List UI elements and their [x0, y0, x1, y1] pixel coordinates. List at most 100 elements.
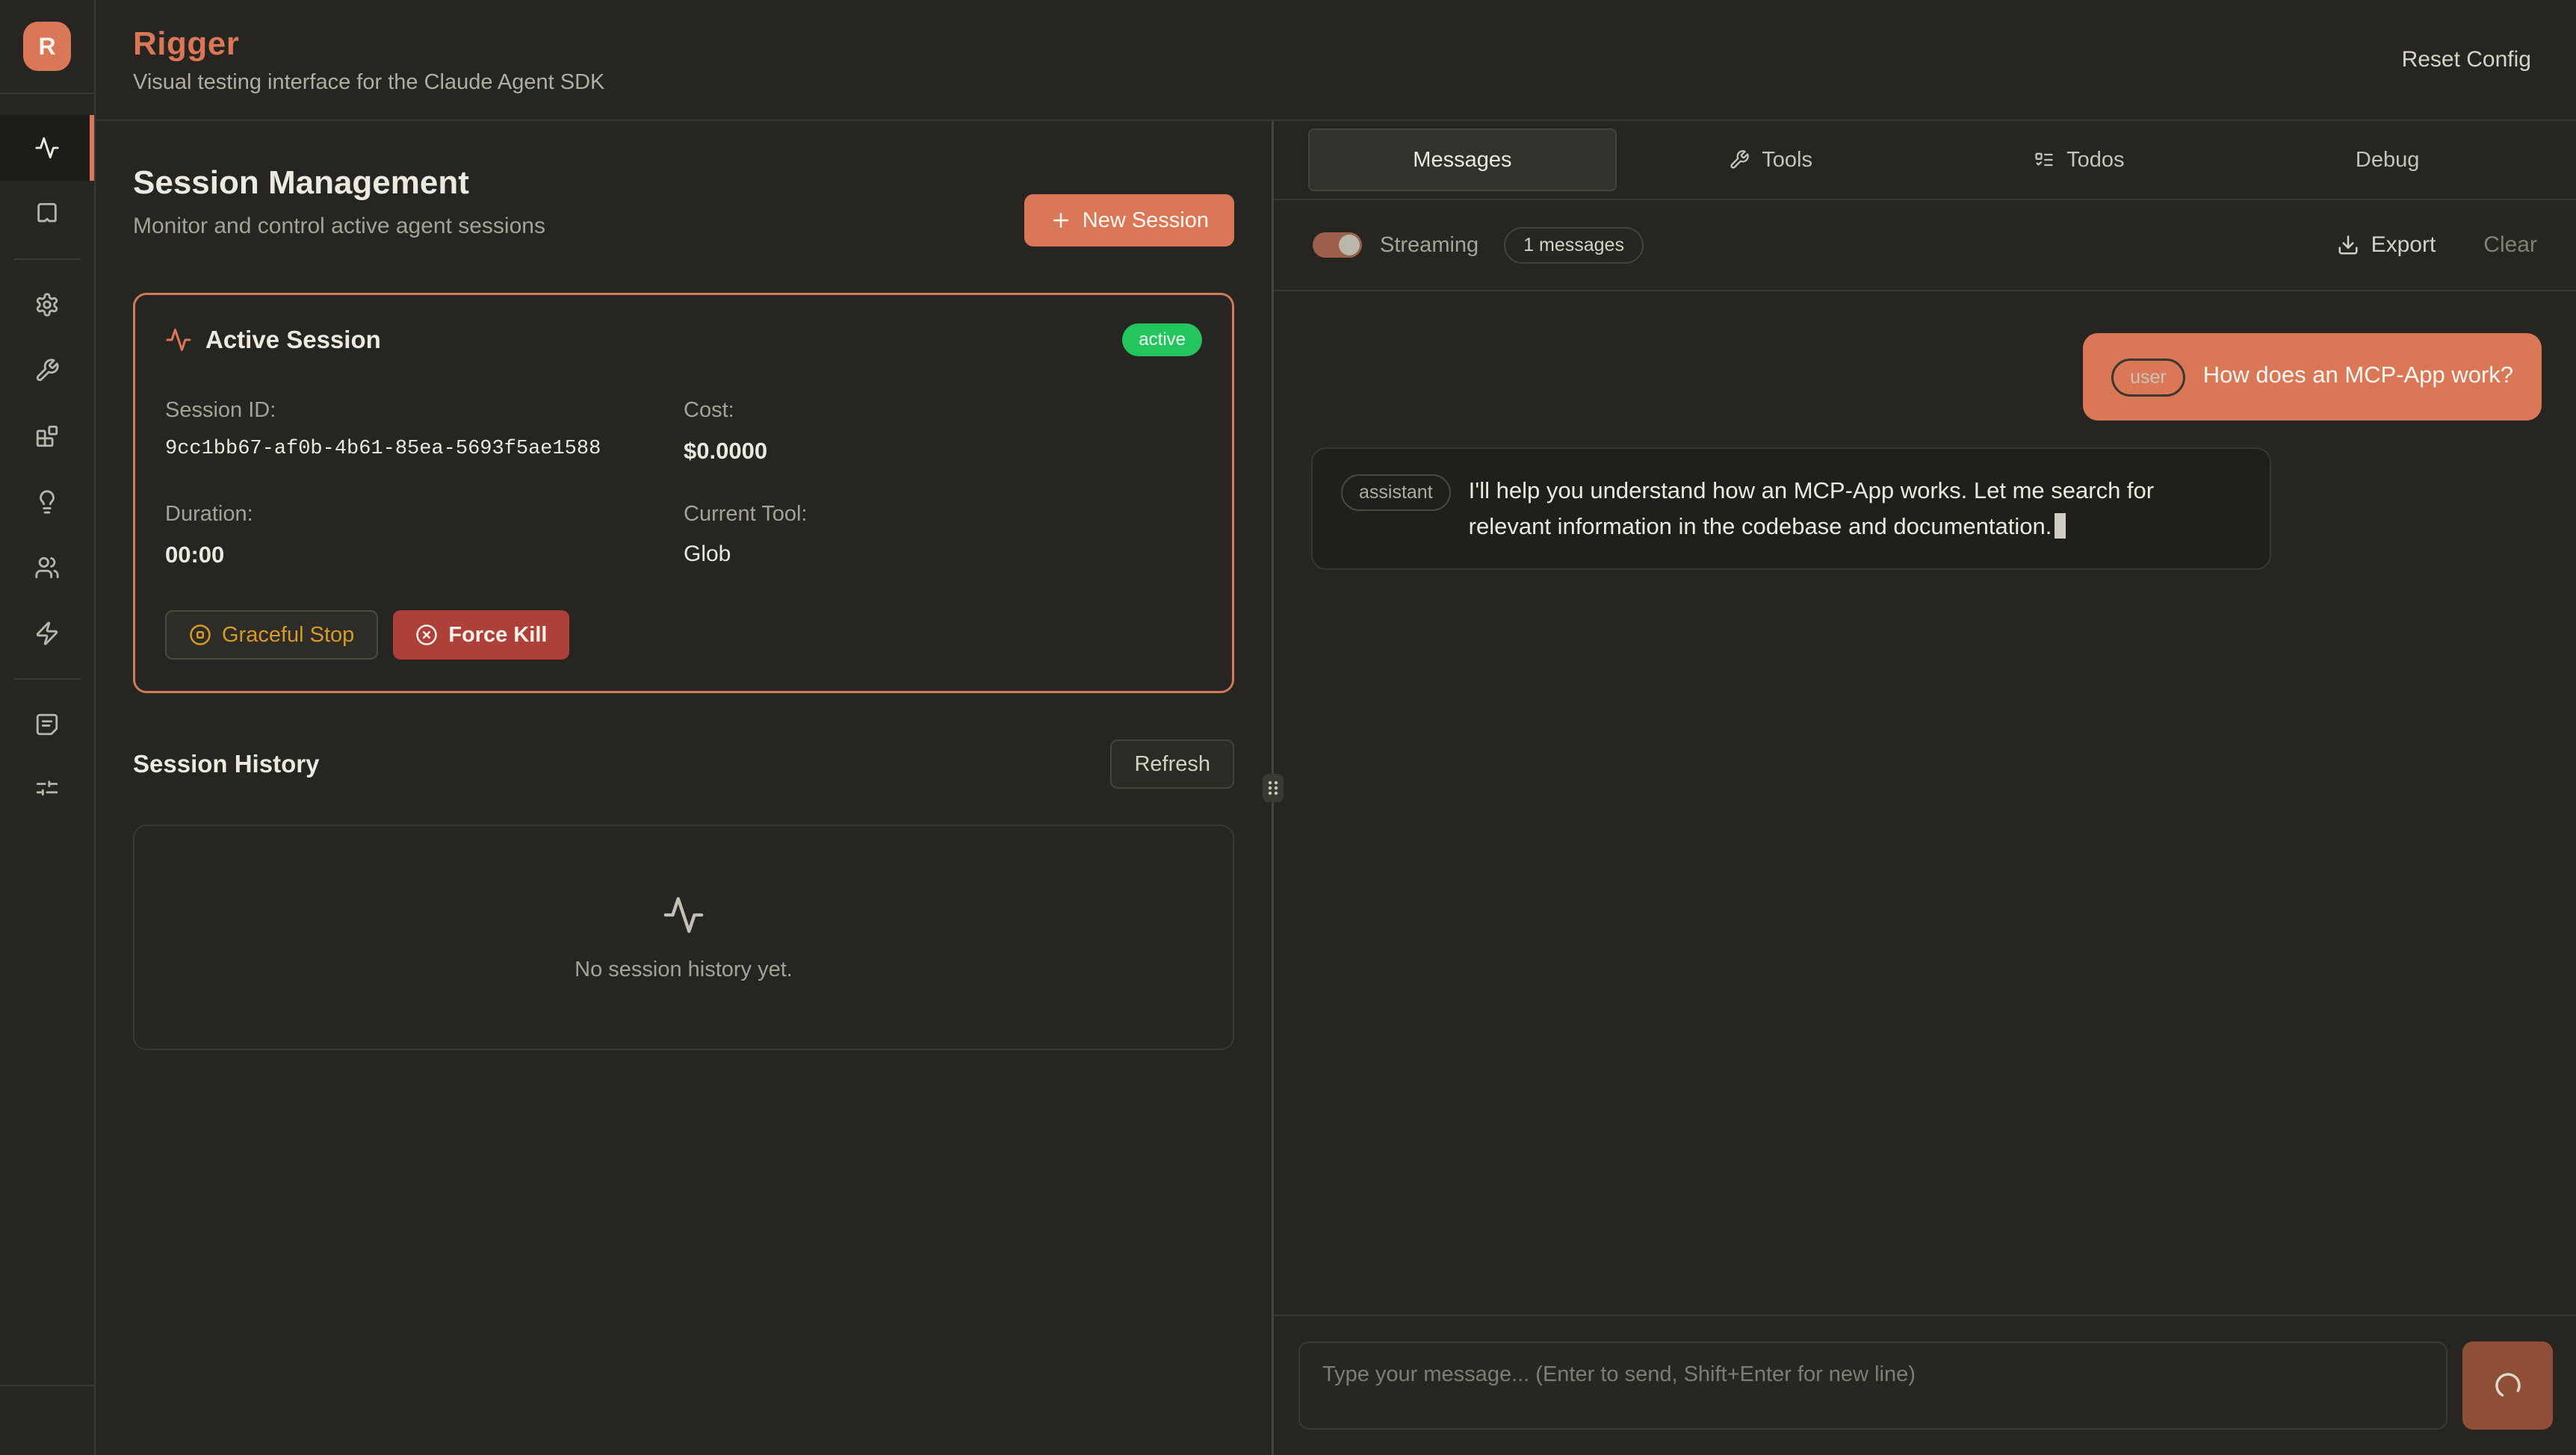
- activity-icon: [662, 893, 705, 937]
- new-session-label: New Session: [1083, 208, 1209, 233]
- toolbar-right: Export Clear: [2337, 232, 2537, 258]
- field-label: Cost:: [684, 398, 1202, 423]
- message-list[interactable]: user How does an MCP-App work? assistant…: [1274, 291, 2576, 1315]
- streaming-cursor: [2055, 513, 2066, 539]
- users-icon: [34, 555, 60, 580]
- grip-dots-icon: [1265, 777, 1281, 799]
- download-icon: [2337, 234, 2359, 256]
- resize-handle[interactable]: [1263, 774, 1284, 802]
- wrench-icon: [34, 358, 60, 383]
- tab-debug-label: Debug: [2356, 148, 2419, 173]
- sidebar-item-sessions[interactable]: [0, 115, 94, 181]
- session-panel-head: Session Management Monitor and control a…: [133, 164, 1234, 246]
- chat-panel: Messages Tools Todos: [1274, 121, 2576, 1455]
- sidebar-divider: [13, 678, 81, 680]
- app-avatar[interactable]: R: [23, 22, 71, 71]
- session-fields: Session ID: 9cc1bb67-af0b-4b61-85ea-5693…: [165, 398, 1202, 568]
- sidebar-item-blocks[interactable]: [0, 403, 94, 469]
- main-area: Rigger Visual testing interface for the …: [96, 0, 2576, 1455]
- bookmark-icon: [34, 201, 60, 226]
- assistant-message: assistant I'll help you understand how a…: [1311, 447, 2271, 570]
- field-label: Current Tool:: [684, 502, 1202, 527]
- app-root: R: [0, 0, 2576, 1455]
- sidebar: R: [0, 0, 96, 1455]
- new-session-button[interactable]: New Session: [1024, 194, 1234, 246]
- user-message: user How does an MCP-App work?: [2083, 333, 2542, 421]
- send-button[interactable]: [2462, 1341, 2553, 1430]
- tab-tools-label: Tools: [1762, 148, 1812, 173]
- streaming-label: Streaming: [1380, 233, 1479, 258]
- field-label: Session ID:: [165, 398, 684, 423]
- message-count-badge: 1 messages: [1504, 227, 1644, 264]
- message-text: How does an MCP-App work?: [2203, 357, 2513, 393]
- sliders-icon: [34, 778, 60, 803]
- field-duration: Duration: 00:00: [165, 502, 684, 568]
- wrench-icon: [1729, 149, 1750, 170]
- clear-button[interactable]: Clear: [2483, 232, 2537, 258]
- session-management-panel: Session Management Monitor and control a…: [96, 121, 1272, 1455]
- session-history-empty-state: No session history yet.: [133, 825, 1234, 1050]
- page-title: Session Management: [133, 164, 545, 202]
- lightbulb-icon: [34, 489, 60, 515]
- tab-debug[interactable]: Debug: [2233, 128, 2542, 191]
- tab-todos-label: Todos: [2066, 148, 2124, 173]
- tab-tools[interactable]: Tools: [1617, 128, 1925, 191]
- panel-divider: [1272, 121, 1274, 1455]
- session-panel-titles: Session Management Monitor and control a…: [133, 164, 545, 239]
- force-kill-label: Force Kill: [448, 623, 547, 648]
- field-label: Duration:: [165, 502, 684, 527]
- sidebar-item-tools[interactable]: [0, 338, 94, 403]
- sidebar-footer: [0, 1385, 94, 1455]
- tab-todos[interactable]: Todos: [1925, 128, 2234, 191]
- session-history-title: Session History: [133, 750, 319, 778]
- sidebar-nav: [0, 94, 94, 1385]
- active-session-title: Active Session: [205, 326, 381, 354]
- session-actions: Graceful Stop Force Kill: [165, 610, 1202, 660]
- role-badge: assistant: [1341, 474, 1451, 511]
- content-split: Session Management Monitor and control a…: [96, 121, 2576, 1455]
- duration-value: 00:00: [165, 542, 684, 568]
- reset-config-button[interactable]: Reset Config: [2402, 47, 2531, 72]
- zap-icon: [34, 621, 60, 646]
- field-cost: Cost: $0.0000: [684, 398, 1202, 465]
- message-input[interactable]: [1298, 1341, 2447, 1430]
- current-tool-value: Glob: [684, 542, 1202, 567]
- sidebar-item-bookmarks[interactable]: [0, 181, 94, 246]
- page-subtitle: Monitor and control active agent session…: [133, 214, 545, 239]
- export-label: Export: [2371, 232, 2436, 258]
- sidebar-header: R: [0, 0, 94, 94]
- document-icon: [34, 712, 60, 737]
- graceful-stop-button[interactable]: Graceful Stop: [165, 610, 378, 660]
- app-header: Rigger Visual testing interface for the …: [96, 0, 2576, 121]
- plus-icon: [1050, 209, 1072, 232]
- active-session-head: Active Session active: [165, 323, 1202, 356]
- force-kill-button[interactable]: Force Kill: [393, 610, 569, 660]
- sidebar-divider: [13, 258, 81, 260]
- tab-messages[interactable]: Messages: [1308, 128, 1617, 191]
- app-title-block: Rigger Visual testing interface for the …: [133, 25, 604, 95]
- x-circle-icon: [415, 624, 438, 646]
- role-badge: user: [2111, 359, 2185, 397]
- streaming-toggle[interactable]: [1313, 232, 1362, 258]
- sidebar-item-ideas[interactable]: [0, 469, 94, 535]
- empty-state-text: No session history yet.: [575, 958, 793, 982]
- session-history-head: Session History Refresh: [133, 739, 1234, 789]
- chat-toolbar: Streaming 1 messages Export Clear: [1274, 200, 2576, 291]
- sidebar-item-hooks[interactable]: [0, 601, 94, 666]
- field-current-tool: Current Tool: Glob: [684, 502, 1202, 568]
- sidebar-item-config[interactable]: [0, 757, 94, 823]
- export-button[interactable]: Export: [2337, 232, 2436, 258]
- sidebar-item-docs[interactable]: [0, 692, 94, 757]
- session-id-value: 9cc1bb67-af0b-4b61-85ea-5693f5ae1588: [165, 438, 684, 460]
- circle-stop-icon: [189, 624, 211, 646]
- field-session-id: Session ID: 9cc1bb67-af0b-4b61-85ea-5693…: [165, 398, 684, 465]
- sidebar-item-agents[interactable]: [0, 535, 94, 601]
- tab-messages-label: Messages: [1413, 148, 1511, 173]
- loader-spinner-icon: [2492, 1369, 2524, 1402]
- refresh-button[interactable]: Refresh: [1110, 739, 1234, 789]
- sidebar-item-settings[interactable]: [0, 272, 94, 338]
- app-subtitle: Visual testing interface for the Claude …: [133, 70, 604, 95]
- app-title: Rigger: [133, 25, 604, 63]
- activity-icon: [165, 326, 192, 353]
- status-badge: active: [1122, 323, 1202, 356]
